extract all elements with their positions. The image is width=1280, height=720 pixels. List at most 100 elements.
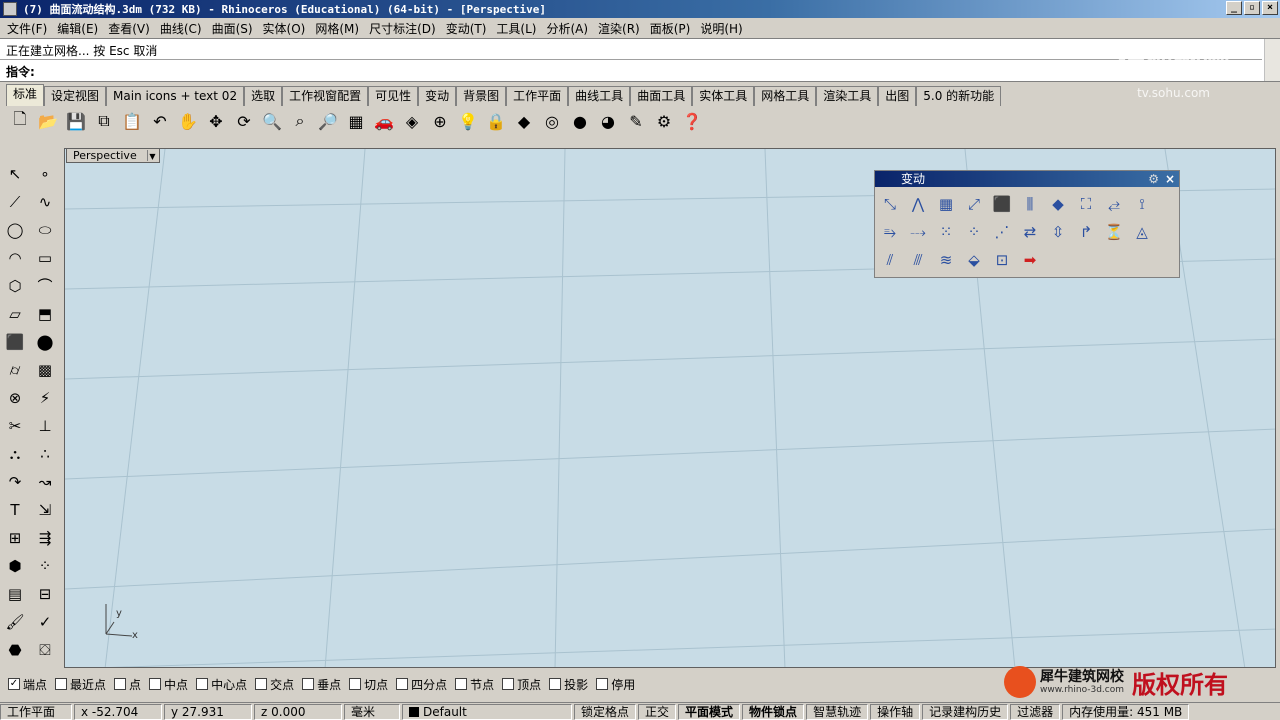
viewport-menu-chevron-icon[interactable]: ▼ [147, 150, 157, 161]
group-icon[interactable]: ⛬ [2, 440, 28, 467]
osnap-perp[interactable]: 垂点 [302, 676, 341, 693]
status-smarttrack[interactable]: 智慧轨迹 [806, 703, 869, 720]
osnap-cen-checkbox[interactable] [196, 678, 209, 690]
zoom-window-icon[interactable]: 🔍 [260, 109, 284, 133]
new-file-icon[interactable]: 🗋 [8, 109, 32, 133]
lock-icon[interactable]: 🔒 [484, 109, 508, 133]
move-icon[interactable]: ⤡ [877, 191, 903, 217]
boolean-icon[interactable]: ⊗ [2, 384, 28, 411]
status-planar[interactable]: 平面模式 [678, 703, 741, 720]
array-surface-icon[interactable]: ⇄ [1017, 219, 1043, 245]
osnap-near[interactable]: 最近点 [55, 676, 106, 693]
tab-set-view[interactable]: 设定视图 [44, 86, 107, 106]
zoom-extents-icon[interactable]: ⌕ [288, 109, 312, 133]
explode-icon[interactable]: ⚡ [32, 384, 58, 411]
cage-icon[interactable]: ⊟ [32, 580, 58, 607]
offset-icon[interactable]: ↝ [32, 468, 58, 495]
box-icon[interactable]: ⬛ [2, 328, 28, 355]
curve-from-object-icon[interactable]: ↷ [2, 468, 28, 495]
viewport-title-tab[interactable]: Perspective ▼ [66, 148, 160, 163]
osnap-cen[interactable]: 中心点 [196, 676, 247, 693]
move-view-icon[interactable]: ✥ [204, 109, 228, 133]
rhino-app-icon[interactable] [3, 2, 17, 16]
copy-transform-icon[interactable]: ⋀ [905, 191, 931, 217]
tab-mesh-tools[interactable]: 网格工具 [754, 86, 817, 106]
osnap-end-checkbox[interactable]: ✓ [8, 678, 20, 690]
tab-drafting[interactable]: 出图 [878, 86, 917, 106]
bucket-icon[interactable]: ⛋ [32, 636, 58, 663]
mirror-icon[interactable]: ⫼ [1017, 191, 1043, 217]
menu-transform[interactable]: 变动(T) [441, 20, 492, 37]
menu-dimension[interactable]: 尺寸标注(D) [364, 20, 441, 37]
restore-button[interactable]: ▫ [1244, 1, 1260, 15]
osnap-int-checkbox[interactable] [255, 678, 268, 690]
flow-along-curve-icon[interactable]: ⫽ [877, 247, 903, 273]
options-gear-icon[interactable]: ⚙ [652, 109, 676, 133]
status-record-history[interactable]: 记录建构历史 [922, 703, 1009, 720]
sphere-icon[interactable]: ⬤ [32, 328, 58, 355]
car-icon[interactable]: 🚗 [372, 109, 396, 133]
tab-transform[interactable]: 变动 [418, 86, 457, 106]
block-icon[interactable]: ▤ [2, 580, 28, 607]
soft-edit-icon[interactable]: ⬙ [961, 247, 987, 273]
status-layer[interactable]: Default [402, 703, 572, 720]
open-folder-icon[interactable]: 📂 [36, 109, 60, 133]
cage-edit-icon[interactable]: ⛶ [1073, 191, 1099, 217]
menu-analyze[interactable]: 分析(A) [541, 20, 593, 37]
osnap-point[interactable]: 点 [114, 676, 141, 693]
grid-points-icon[interactable]: ⁘ [32, 552, 58, 579]
menu-panels[interactable]: 面板(P) [645, 20, 696, 37]
tab-cplanes[interactable]: 工作平面 [506, 86, 569, 106]
extrude-icon[interactable]: ⬒ [32, 300, 58, 327]
tab-curve-tools[interactable]: 曲线工具 [568, 86, 631, 106]
osnap-tan-checkbox[interactable] [349, 678, 362, 690]
flow-icon[interactable]: ⇶ [32, 524, 58, 551]
arc-icon[interactable]: ◠ [2, 244, 28, 271]
text-icon[interactable]: T [2, 496, 28, 523]
status-ortho[interactable]: 正交 [638, 703, 677, 720]
osnap-knot-checkbox[interactable] [455, 678, 468, 690]
copy-icon[interactable]: ⧉ [92, 109, 116, 133]
transform-panel-header[interactable]: 变动 ⚙ × [875, 171, 1179, 187]
color-wheel-icon[interactable]: ◎ [540, 109, 564, 133]
red-arrow-icon[interactable]: ➡ [1017, 247, 1043, 273]
panel-close-icon[interactable]: × [1165, 171, 1175, 187]
cylinder-icon[interactable]: ⌭ [2, 356, 28, 383]
stretch-icon[interactable]: ⇳ [1045, 219, 1071, 245]
cage-icon-2[interactable]: ⊡ [989, 247, 1015, 273]
menu-view[interactable]: 查看(V) [103, 20, 155, 37]
layer-icon[interactable]: ◆ [512, 109, 536, 133]
cplane-icon[interactable]: ⊕ [428, 109, 452, 133]
osnap-perp-checkbox[interactable] [302, 678, 315, 690]
status-cplane[interactable]: 工作平面 [0, 703, 72, 720]
circle-icon[interactable]: ◯ [2, 216, 28, 243]
split-icon[interactable]: ⊥ [32, 412, 58, 439]
maelstrom-icon[interactable]: ≋ [933, 247, 959, 273]
osnap-mid-checkbox[interactable] [149, 678, 162, 690]
curve-icon[interactable]: ∿ [32, 188, 58, 215]
taper-icon[interactable]: ⤏ [905, 219, 931, 245]
point-icon[interactable]: ∘ [32, 160, 58, 187]
menu-mesh[interactable]: 网格(M) [310, 20, 364, 37]
flow-along-surface-icon[interactable]: ↱ [1073, 219, 1099, 245]
array-grid-icon[interactable]: ⁙ [933, 219, 959, 245]
box-transform-icon[interactable]: ⬛ [989, 191, 1015, 217]
properties-icon[interactable]: ◈ [400, 109, 424, 133]
tab-background[interactable]: 背景图 [456, 86, 507, 106]
osnap-end[interactable]: ✓ 端点 [8, 676, 47, 693]
smash-icon[interactable]: ◬ [1129, 219, 1155, 245]
polar-array-icon[interactable]: ⁘ [961, 219, 987, 245]
twist-icon[interactable]: ⥄ [1101, 191, 1127, 217]
pencil-icon[interactable]: ✎ [624, 109, 648, 133]
tab-main-icons[interactable]: Main icons + text 02 [106, 86, 245, 106]
zoom-selected-icon[interactable]: 🔎 [316, 109, 340, 133]
tab-visibility[interactable]: 可见性 [368, 86, 419, 106]
surface-icon[interactable]: ▱ [2, 300, 28, 327]
close-button[interactable]: × [1262, 1, 1278, 15]
panel-gear-icon[interactable]: ⚙ [1148, 171, 1159, 187]
dimension-icon[interactable]: ⇲ [32, 496, 58, 523]
analyze-icon[interactable]: ⬢ [2, 552, 28, 579]
pan-hand-icon[interactable]: ✋ [176, 109, 200, 133]
check-icon[interactable]: ✓ [32, 608, 58, 635]
ungroup-icon[interactable]: ∴ [32, 440, 58, 467]
